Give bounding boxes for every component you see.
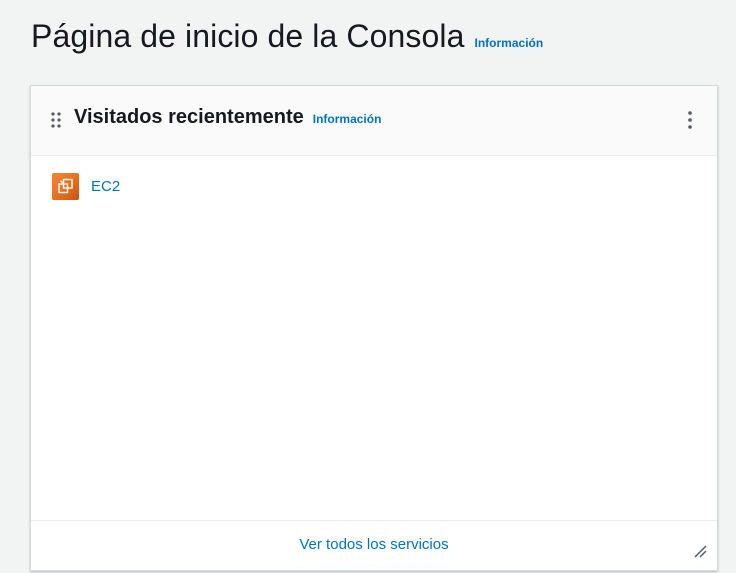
page-header: Página de inicio de la Consola Informaci… bbox=[31, 18, 543, 55]
widget-header: Visitados recientemente Información bbox=[31, 86, 717, 156]
service-link-ec2[interactable]: EC2 bbox=[91, 178, 120, 195]
page-info-link[interactable]: Información bbox=[475, 36, 544, 50]
resize-handle-icon[interactable] bbox=[693, 544, 707, 558]
ec2-service-icon bbox=[52, 173, 79, 200]
list-item-ec2[interactable]: EC2 bbox=[52, 173, 120, 200]
page-title: Página de inicio de la Consola bbox=[31, 18, 465, 54]
kebab-menu-icon[interactable] bbox=[683, 110, 697, 130]
view-all-services-link[interactable]: Ver todos los servicios bbox=[31, 536, 717, 553]
recently-visited-widget: Visitados recientemente Información EC2 bbox=[30, 85, 718, 571]
widget-footer: Ver todos los servicios bbox=[31, 520, 717, 570]
drag-handle-icon[interactable] bbox=[51, 112, 61, 128]
widget-info-link[interactable]: Información bbox=[313, 112, 382, 126]
widget-title: Visitados recientemente bbox=[74, 106, 304, 128]
widget-body: EC2 bbox=[31, 156, 717, 520]
widget-title-group: Visitados recientemente Información bbox=[74, 106, 381, 129]
